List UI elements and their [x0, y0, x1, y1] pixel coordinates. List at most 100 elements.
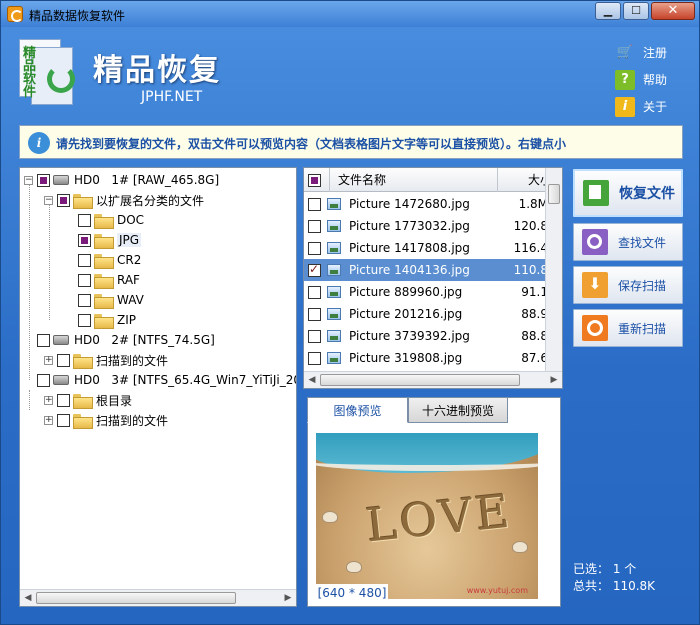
app-icon [7, 6, 23, 22]
tree-node-wav[interactable]: WAV [78, 290, 144, 310]
tab-image-preview[interactable]: 图像预览 [307, 397, 408, 423]
partition-tree[interactable]: − HD0 1# [RAW_465.8G] − 以扩展名分类的文件 DOC JP… [19, 167, 297, 607]
column-header-name[interactable]: 文件名称 [330, 168, 498, 192]
rescan-button[interactable]: 重新扫描 [573, 309, 683, 347]
file-list-horizontal-scrollbar[interactable]: ◀ ▶ [304, 371, 562, 388]
select-all-column[interactable] [304, 168, 330, 192]
tree-node-by-extension[interactable]: − 以扩展名分类的文件 [44, 190, 204, 210]
find-files-button[interactable]: 查找文件 [573, 223, 683, 261]
tree-node-raf[interactable]: RAF [78, 270, 140, 290]
folder-icon [94, 213, 114, 229]
file-checkbox[interactable] [308, 285, 321, 299]
folder-icon [94, 273, 114, 289]
register-link[interactable]: 🛒 注册 [615, 39, 667, 66]
file-checkbox[interactable] [308, 307, 321, 321]
close-icon: ✕ [667, 3, 679, 18]
file-checkbox[interactable] [308, 329, 321, 343]
save-scan-button[interactable]: 保存扫描 [573, 266, 683, 304]
tree-checkbox[interactable] [78, 233, 91, 247]
window-title: 精品数据恢复软件 [29, 9, 126, 23]
file-row[interactable]: Picture 201216.jpg 88.9 [304, 303, 548, 325]
expand-icon[interactable]: + [44, 355, 53, 365]
tree-node-label: 以扩展名分类的文件 [96, 193, 205, 208]
logo-arrow-icon [47, 65, 75, 93]
close-button[interactable]: ✕ [651, 2, 695, 20]
file-row[interactable]: Picture 1472680.jpg 1.8M [304, 193, 548, 215]
shell-icon [322, 511, 338, 523]
restore-files-button[interactable]: 恢复文件 [573, 169, 683, 217]
tree-node-cr2[interactable]: CR2 [78, 250, 141, 270]
tree-checkbox[interactable] [37, 373, 50, 387]
preview-image-text: LOVE [363, 483, 515, 553]
help-link[interactable]: ? 帮助 [615, 66, 667, 93]
maximize-button[interactable]: ☐ [623, 2, 649, 20]
tree-node-doc[interactable]: DOC [78, 210, 144, 230]
scroll-left-icon[interactable]: ◀ [22, 592, 34, 604]
column-header-size[interactable]: 大小 [498, 168, 548, 192]
image-file-icon [327, 264, 341, 276]
tree-checkbox[interactable] [57, 413, 70, 427]
info-bar: i 请先找到要恢复的文件，双击文件可以预览内容（文档表格图片文字等可以直接预览）… [19, 125, 683, 159]
file-checkbox[interactable] [308, 197, 321, 211]
tree-checkbox[interactable] [57, 353, 70, 367]
file-checkbox[interactable] [308, 262, 321, 277]
file-row[interactable]: Picture 1773032.jpg 120.8 [304, 215, 548, 237]
tree-checkbox[interactable] [57, 193, 70, 207]
tree-node-hd0-3[interactable]: HD0 3# [NTFS_65.4G_Win7_YiTiJi_201 [37, 370, 296, 390]
tree-checkbox[interactable] [78, 293, 91, 307]
title-bar[interactable]: 精品数据恢复软件 ▁ ☐ ✕ [1, 1, 699, 27]
scroll-thumb[interactable] [548, 184, 560, 204]
tree-checkbox[interactable] [78, 273, 91, 287]
restore-icon [583, 180, 609, 206]
image-file-icon [327, 352, 341, 364]
collapse-icon[interactable]: − [24, 175, 33, 185]
file-checkbox[interactable] [308, 351, 321, 365]
tree-node-hd0-2[interactable]: HD0 2# [NTFS_74.5G] [37, 330, 215, 350]
expand-icon[interactable]: + [44, 395, 53, 405]
preview-foam [316, 453, 538, 471]
tree-checkbox[interactable] [57, 393, 70, 407]
file-row-selected[interactable]: Picture 1404136.jpg 110.8 [304, 259, 548, 281]
expand-icon[interactable]: + [44, 415, 53, 425]
file-row[interactable]: Picture 319808.jpg 87.6 [304, 347, 548, 369]
tree-node-hd0-1[interactable]: − HD0 1# [RAW_465.8G] [24, 170, 219, 190]
file-checkbox[interactable] [308, 219, 321, 233]
register-label: 注册 [643, 46, 668, 60]
file-name: Picture 1417808.jpg [349, 241, 470, 255]
tree-node-zip[interactable]: ZIP [78, 310, 136, 330]
tree-node-scanned-files[interactable]: + 扫描到的文件 [44, 350, 168, 370]
info-bar-icon: i [28, 132, 50, 154]
scroll-right-icon[interactable]: ▶ [282, 592, 294, 604]
tree-node-jpg[interactable]: JPG [78, 230, 142, 250]
file-checkbox[interactable] [308, 241, 321, 255]
tree-horizontal-scrollbar[interactable]: ◀ ▶ [20, 589, 296, 606]
tree-checkbox[interactable] [78, 313, 91, 327]
select-all-checkbox[interactable] [308, 174, 321, 187]
tree-checkbox[interactable] [37, 173, 50, 187]
folder-icon [94, 313, 114, 329]
file-list-vertical-scrollbar[interactable] [545, 168, 562, 372]
hard-drive-icon [53, 335, 69, 345]
file-row[interactable]: Picture 1417808.jpg 116.4 [304, 237, 548, 259]
scroll-left-icon[interactable]: ◀ [306, 374, 318, 386]
preview-image: LOVE www.yutuj.com [316, 433, 538, 599]
tree-checkbox[interactable] [78, 253, 91, 267]
file-row[interactable]: Picture 889960.jpg 91.1 [304, 281, 548, 303]
about-link[interactable]: i 关于 [615, 93, 667, 120]
tree-node-root-dir[interactable]: + 根目录 [44, 390, 132, 410]
tree-node-label: CR2 [117, 253, 142, 267]
tree-checkbox[interactable] [37, 333, 50, 347]
scroll-thumb[interactable] [320, 374, 520, 386]
file-list[interactable]: 文件名称 大小 Picture 1472680.jpg 1.8M Picture… [303, 167, 563, 389]
scroll-right-icon[interactable]: ▶ [548, 374, 560, 386]
minimize-button[interactable]: ▁ [595, 2, 621, 20]
tree-checkbox[interactable] [78, 213, 91, 227]
collapse-icon[interactable]: − [44, 195, 53, 205]
scroll-thumb[interactable] [36, 592, 236, 604]
tab-hex-preview[interactable]: 十六进制预览 [408, 397, 508, 423]
tree-node-scanned-files-2[interactable]: + 扫描到的文件 [44, 410, 168, 430]
selected-count: 已选： 1 个 [573, 562, 637, 576]
restore-label: 恢复文件 [619, 186, 675, 202]
file-row[interactable]: Picture 3739392.jpg 88.8 [304, 325, 548, 347]
file-name: Picture 201216.jpg [349, 307, 463, 321]
